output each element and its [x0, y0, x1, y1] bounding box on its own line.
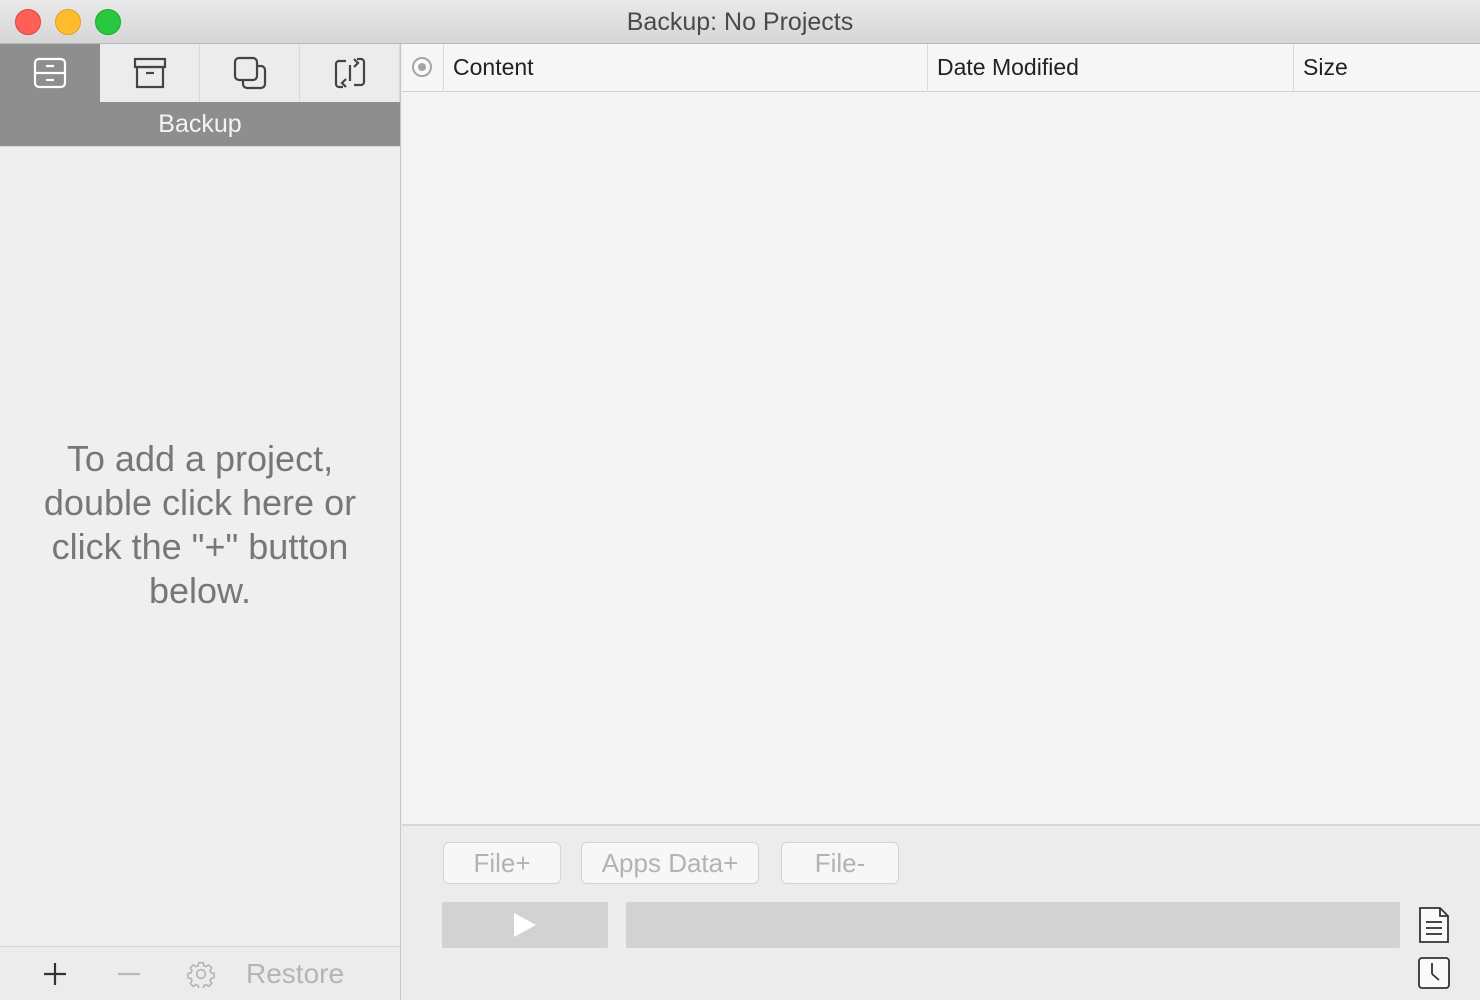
column-header-content[interactable]: Content [443, 44, 927, 92]
sidebar-footer: Restore [0, 946, 400, 1000]
plus-icon [44, 963, 66, 985]
start-backup-button[interactable] [442, 902, 608, 948]
view-log-button[interactable] [1416, 906, 1452, 944]
tab-archive[interactable] [100, 44, 200, 102]
title-bar: Backup: No Projects [0, 0, 1480, 44]
remove-project-button[interactable] [110, 955, 148, 993]
schedule-button[interactable] [1416, 954, 1452, 992]
tab-backup[interactable] [0, 44, 100, 102]
add-apps-data-button[interactable]: Apps Data+ [581, 842, 759, 884]
backup-drawer-icon [33, 57, 67, 89]
restore-button[interactable]: Restore [246, 955, 366, 993]
column-header-size[interactable]: Size [1293, 44, 1480, 92]
minus-icon [118, 972, 140, 976]
play-icon [514, 913, 536, 937]
sync-arrows-icon [334, 57, 365, 89]
window-title: Backup: No Projects [626, 8, 854, 36]
archive-box-icon [133, 57, 166, 89]
main-panel: Content Date Modified Size File+ Apps Da… [402, 44, 1480, 1000]
clone-squares-icon [233, 56, 266, 90]
empty-project-hint: To add a project, double click here or c… [43, 438, 357, 611]
tab-clone[interactable] [200, 44, 300, 102]
tab-sync[interactable] [300, 44, 400, 102]
action-panel: File+ Apps Data+ File- [402, 824, 1480, 1000]
mode-tabs [0, 44, 400, 102]
sidebar: Backup To add a project, double click he… [0, 44, 401, 1000]
active-tab-label: Backup [0, 102, 400, 146]
document-log-icon [1419, 907, 1449, 943]
add-project-button[interactable] [36, 955, 74, 993]
table-header: Content Date Modified Size [402, 44, 1480, 92]
project-settings-button[interactable] [182, 955, 220, 993]
project-list[interactable]: To add a project, double click here or c… [0, 146, 400, 946]
column-header-date-modified[interactable]: Date Modified [927, 44, 1293, 92]
backup-progress-bar [626, 902, 1400, 948]
app-window: Backup: No Projects Backup To add a proj… [0, 0, 1480, 1000]
add-file-button[interactable]: File+ [443, 842, 561, 884]
select-all-radio[interactable] [412, 57, 432, 77]
remove-file-button[interactable]: File- [781, 842, 899, 884]
clock-icon [1418, 957, 1450, 989]
gear-icon [187, 961, 215, 988]
content-list[interactable] [402, 92, 1480, 824]
